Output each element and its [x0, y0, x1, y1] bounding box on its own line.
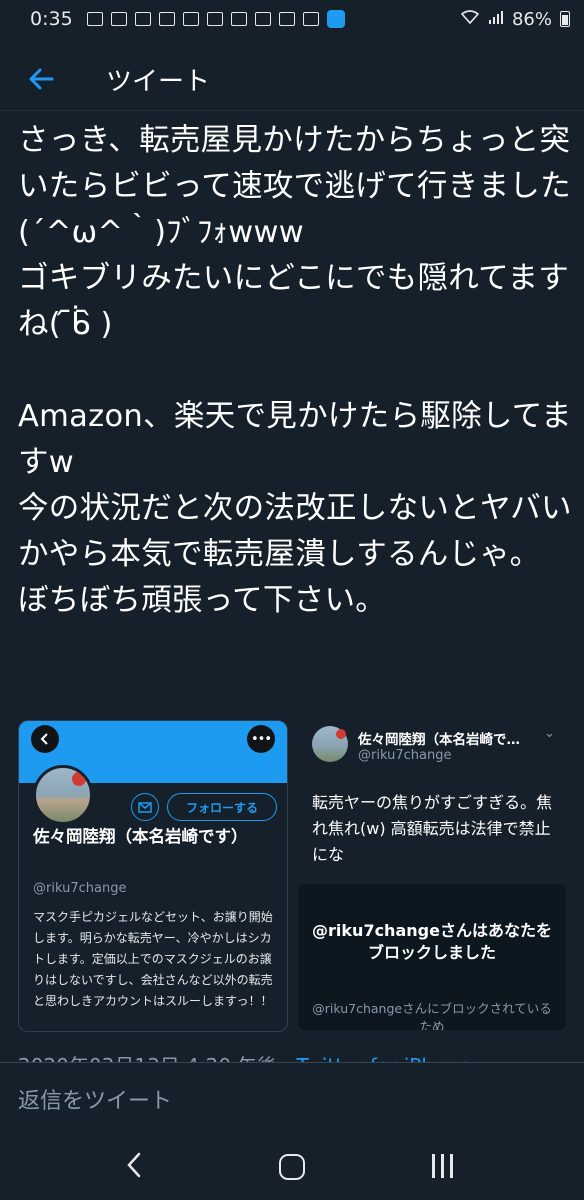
app-icon — [134, 12, 151, 26]
avatar — [312, 726, 348, 762]
profile-name: 佐々岡陸翔（本名岩崎で… — [358, 732, 520, 748]
reply-bar: 返信をツイート — [0, 1062, 584, 1133]
nav-recents-button[interactable] — [432, 1154, 453, 1178]
app-icon — [302, 12, 319, 26]
app-icon — [158, 12, 175, 26]
battery-icon — [560, 11, 570, 27]
app-icon — [278, 12, 295, 26]
signal-icon — [488, 9, 504, 30]
back-button[interactable] — [24, 62, 58, 96]
block-title: @riku7changeさんはあなたをブロックしました — [312, 921, 552, 962]
battery-text: 86% — [511, 8, 552, 30]
chevron-down-icon: ⌄ — [544, 726, 555, 741]
mail-icon — [254, 12, 271, 26]
quoted-tweet-text: 転売ヤーの焦りがすごすぎる。焦れ焦れ(w) 高額転売は法律で禁止にな — [312, 793, 553, 864]
profile-screenshot-card[interactable]: ••• フォローする 佐々岡陸翔（本名岩崎です） @riku7change マス… — [18, 720, 288, 1032]
reply-input[interactable]: 返信をツイート — [18, 1083, 172, 1115]
chevron-left-icon — [127, 1152, 141, 1178]
block-screenshot-card[interactable]: 佐々岡陸翔（本名岩崎で… ⌄ @riku7change 転売ヤーの焦りがすごすぎ… — [298, 720, 566, 1030]
profile-name: 佐々岡陸翔（本名岩崎です） — [33, 827, 248, 846]
profile-handle: @riku7change — [358, 748, 452, 763]
follow-button: フォローする — [167, 793, 277, 821]
back-icon — [31, 725, 59, 753]
status-right: 86% — [460, 9, 570, 30]
block-subtitle: @riku7changeさんにブロックされているため — [312, 1001, 552, 1030]
more-icon: ••• — [247, 725, 275, 753]
message-icon — [131, 793, 159, 821]
download-icon — [86, 12, 103, 26]
system-nav-bar — [0, 1132, 584, 1200]
mail-icon — [230, 12, 247, 26]
status-bar: 0:35 86% — [0, 0, 584, 38]
top-bar: ツイート — [0, 48, 584, 111]
app-icon — [110, 12, 127, 26]
notification-icons — [86, 10, 345, 28]
profile-bio: マスク手ピカジェルなどセット、お譲り開始します。明らかな転売ヤー、冷やかしはシカ… — [33, 910, 273, 1008]
status-time: 0:35 — [30, 8, 73, 30]
page-title: ツイート — [106, 66, 211, 97]
app-badge-icon — [326, 10, 345, 28]
profile-handle: @riku7change — [33, 881, 127, 896]
mail-icon — [206, 12, 223, 26]
avatar — [33, 765, 93, 825]
tweet-text: さっき、転売屋見かけたからちょっと突いたらビビって速攻で逃げて行きました (´^… — [18, 123, 572, 618]
nav-back-button[interactable] — [126, 1152, 142, 1182]
block-notice: @riku7changeさんはあなたをブロックしました @riku7change… — [298, 884, 566, 1030]
mail-icon — [182, 12, 199, 26]
nav-home-button[interactable] — [279, 1154, 305, 1180]
arrow-left-icon — [29, 68, 54, 90]
wifi-icon — [460, 9, 480, 30]
